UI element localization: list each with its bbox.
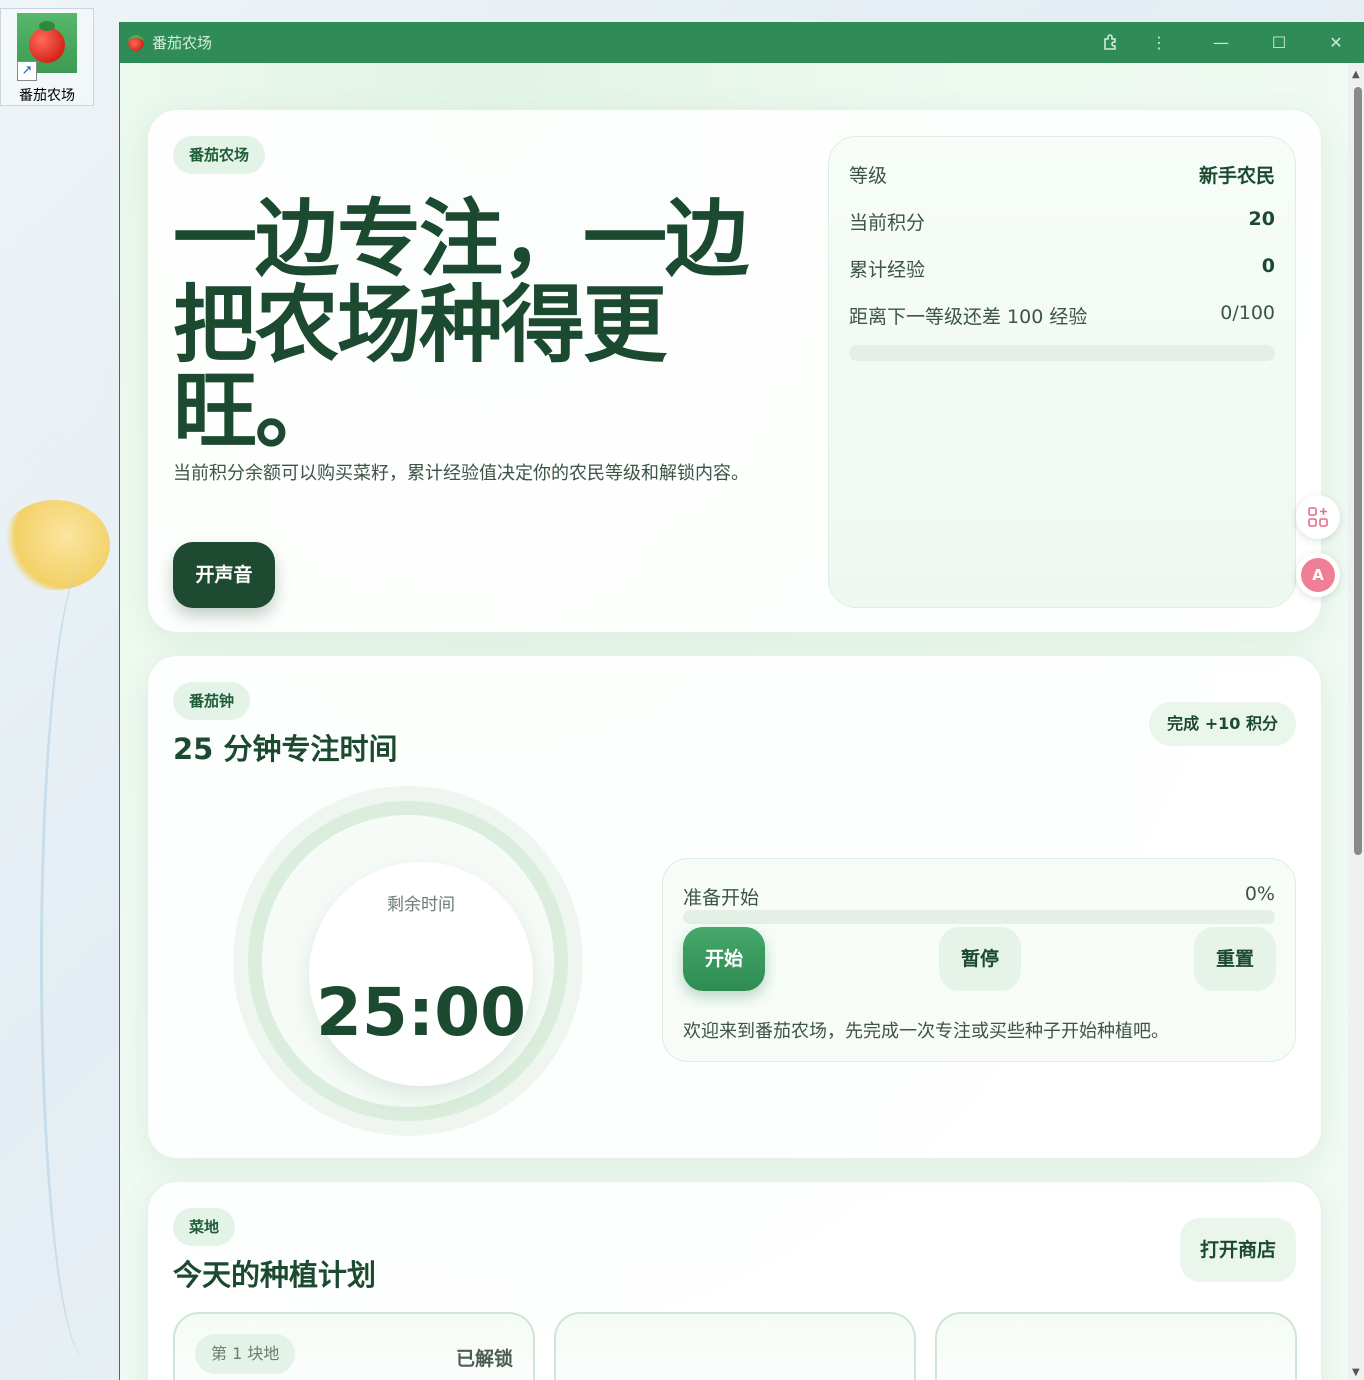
apps-widget-icon[interactable] bbox=[1296, 495, 1340, 539]
pomodoro-chip: 番茄钟 bbox=[173, 682, 251, 720]
timer-message: 欢迎来到番茄农场，先完成一次专注或买些种子开始种植吧。 bbox=[683, 1021, 1169, 1042]
hero-card: 番茄农场 一边专注，一边把农场种得更旺。 当前积分余额可以购买菜籽，累计经验值决… bbox=[147, 109, 1322, 633]
pomodoro-card: 番茄钟 25 分钟专注时间 完成 +10 积分 剩余时间 25:00 准备开始 … bbox=[147, 655, 1322, 1159]
points-label: 当前积分 bbox=[849, 212, 926, 234]
app-window: 番茄农场 ⋮ — ☐ ✕ 番茄农场 一边专注，一边把农场种得更旺。 当前积分余额… bbox=[119, 22, 1364, 1380]
stats-panel: 等级 新手农民 当前积分 20 累计经验 0 距离下一等级还差 100 经验 0… bbox=[828, 136, 1296, 608]
next-level-row: 距离下一等级还差 100 经验 0/100 bbox=[849, 302, 1275, 329]
translate-widget-icon[interactable]: A bbox=[1296, 553, 1340, 597]
timer-control-panel: 准备开始 0% 开始 暂停 重置 欢迎来到番茄农场，先完成一次专注或买些种子开始… bbox=[662, 858, 1296, 1062]
next-level-label: 距离下一等级还差 100 经验 bbox=[849, 306, 1088, 328]
hero-title: 一边专注，一边把农场种得更旺。 bbox=[173, 190, 749, 460]
points-value: 20 bbox=[1248, 208, 1275, 230]
shortcut-arrow-icon: ↗ bbox=[17, 61, 37, 81]
next-level-value: 0/100 bbox=[1220, 302, 1275, 324]
garden-chip: 菜地 bbox=[173, 1208, 236, 1246]
more-menu-icon[interactable]: ⋮ bbox=[1136, 22, 1182, 63]
scroll-down-arrow-icon[interactable]: ▼ bbox=[1352, 1367, 1360, 1378]
scrollbar-thumb[interactable] bbox=[1354, 87, 1362, 855]
garden-title: 今天的种植计划 bbox=[173, 1258, 377, 1292]
start-button[interactable]: 开始 bbox=[683, 927, 765, 991]
level-row: 等级 新手农民 bbox=[849, 161, 1275, 188]
reset-button[interactable]: 重置 bbox=[1194, 927, 1276, 991]
tomato-icon bbox=[128, 34, 144, 51]
exp-label: 累计经验 bbox=[849, 259, 926, 281]
points-row: 当前积分 20 bbox=[849, 208, 1275, 235]
exp-value: 0 bbox=[1261, 255, 1275, 277]
close-button[interactable]: ✕ bbox=[1313, 22, 1359, 63]
title-bar[interactable]: 番茄农场 ⋮ — ☐ ✕ bbox=[120, 22, 1364, 63]
plot-card[interactable] bbox=[935, 1312, 1297, 1380]
timer-ring: 剩余时间 25:00 bbox=[233, 786, 583, 1136]
plot-status: 已解锁 bbox=[455, 1348, 513, 1370]
pause-button[interactable]: 暂停 bbox=[939, 927, 1021, 991]
pomodoro-title: 25 分钟专注时间 bbox=[173, 732, 398, 766]
timer-face: 剩余时间 25:00 bbox=[309, 862, 533, 1086]
open-shop-button[interactable]: 打开商店 bbox=[1179, 1218, 1296, 1282]
plot-name: 第 1 块地 bbox=[195, 1334, 296, 1374]
level-label: 等级 bbox=[849, 165, 888, 187]
plot-card[interactable]: 第 1 块地 已解锁 bbox=[173, 1312, 535, 1380]
desktop-shortcut-tomato-farm[interactable]: ↗ 番茄农场 bbox=[0, 8, 94, 106]
extensions-icon[interactable] bbox=[1088, 22, 1134, 63]
scroll-up-arrow-icon[interactable]: ▲ bbox=[1352, 69, 1360, 80]
exp-row: 累计经验 0 bbox=[849, 255, 1275, 282]
maximize-button[interactable]: ☐ bbox=[1256, 22, 1302, 63]
sound-toggle-button[interactable]: 开声音 bbox=[173, 542, 275, 608]
hero-subtitle: 当前积分余额可以购买菜籽，累计经验值决定你的农民等级和解锁内容。 bbox=[173, 463, 749, 484]
minimize-button[interactable]: — bbox=[1198, 22, 1244, 63]
remaining-time-label: 剩余时间 bbox=[387, 895, 455, 915]
hero-chip: 番茄农场 bbox=[173, 136, 266, 174]
vertical-scrollbar[interactable]: ▲ ▼ bbox=[1348, 63, 1364, 1380]
timer-progress-bar bbox=[683, 910, 1275, 924]
garden-card: 菜地 今天的种植计划 打开商店 第 1 块地 已解锁 bbox=[147, 1181, 1322, 1380]
reward-badge: 完成 +10 积分 bbox=[1149, 702, 1296, 746]
timer-percent: 0% bbox=[1244, 883, 1275, 905]
exp-progress-bar bbox=[849, 345, 1275, 361]
plot-card[interactable] bbox=[554, 1312, 916, 1380]
window-title: 番茄农场 bbox=[152, 34, 213, 52]
level-value: 新手农民 bbox=[1198, 165, 1275, 187]
timer-display: 25:00 bbox=[315, 974, 527, 1051]
app-content: 番茄农场 一边专注，一边把农场种得更旺。 当前积分余额可以购买菜籽，累计经验值决… bbox=[120, 63, 1348, 1380]
timer-status: 准备开始 bbox=[683, 887, 760, 909]
desktop-shortcut-label: 番茄农场 bbox=[19, 88, 75, 104]
